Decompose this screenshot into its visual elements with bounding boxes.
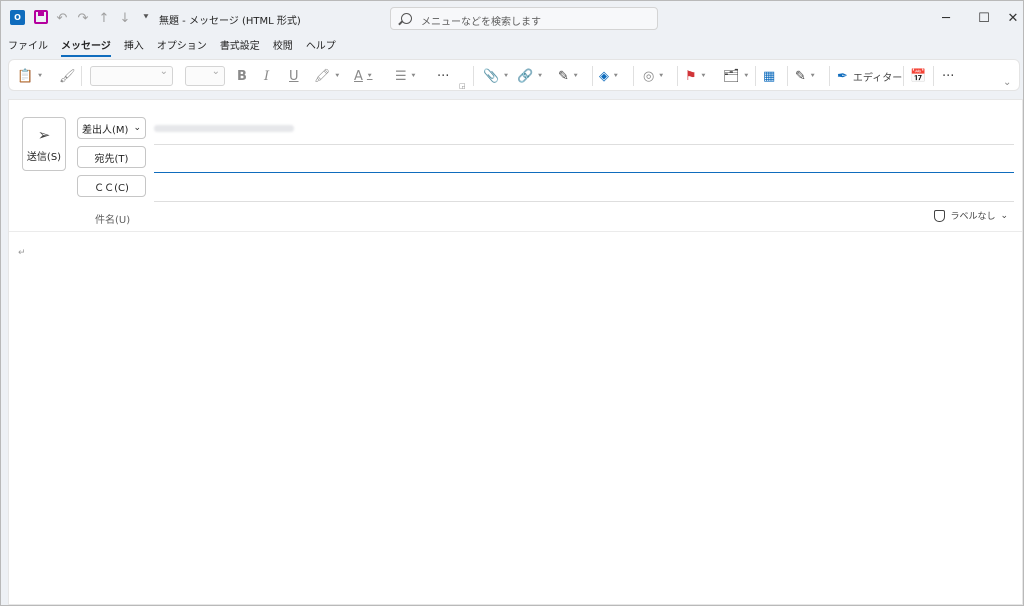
divider [633, 66, 634, 86]
bold-icon[interactable]: B [237, 66, 247, 86]
templates-icon[interactable]: ✎ ⯆ [795, 66, 816, 86]
sensitivity-label-button[interactable]: ラベルなし ⌄ [934, 209, 1008, 222]
schedule-send-icon[interactable]: 📅 [910, 66, 926, 86]
search-box[interactable]: メニューなどを検索します [390, 7, 658, 30]
redo-icon[interactable]: ↷ [75, 10, 91, 26]
editor-label: エディター [852, 72, 903, 84]
tab-options[interactable]: オプション [157, 38, 207, 56]
to-button[interactable]: 宛先(T) [77, 146, 146, 168]
ribbon-toolbar: 📋⯆ 🖌 B I U 🖍⯆ A⯆ ☰⯆ ··· ◲ 📎⯆ 🔗⯆ ✎⯆ ◈⯆ ◎⯆… [8, 59, 1020, 91]
tab-help[interactable]: ヘルプ [306, 38, 336, 56]
link-icon[interactable]: 🔗 ⯆ [517, 66, 543, 86]
tags-icon[interactable]: 🗂 ⯆ [723, 66, 749, 86]
sensitivity-label: ラベルなし [950, 212, 996, 222]
to-field[interactable] [154, 172, 1014, 173]
search-icon [401, 13, 412, 24]
customize-quick-access-icon[interactable]: ⯆ [138, 10, 154, 26]
divider [829, 66, 830, 86]
divider [903, 66, 904, 86]
outlook-app-icon[interactable]: O [10, 10, 25, 25]
divider [592, 66, 593, 86]
compose-pane: ➢ 送信(S) 差出人(M) ⌄ 宛先(T) ＣＣ(C) 件名(U) ラベルなし… [8, 99, 1023, 605]
paragraph-mark-icon: ↵ [18, 248, 26, 258]
copilot-icon[interactable]: ◈ ⯆ [599, 66, 619, 86]
send-button[interactable]: ➢ 送信(S) [22, 117, 66, 171]
tab-format-text[interactable]: 書式設定 [220, 38, 260, 56]
more-formatting-icon[interactable]: ··· [437, 66, 449, 86]
previous-item-icon[interactable]: ↑ [96, 10, 112, 26]
from-address-blurred [154, 125, 294, 132]
from-label: 差出人(M) [82, 124, 129, 136]
menu-bar: ファイル メッセージ 挿入 オプション 書式設定 校閲 ヘルプ [1, 38, 342, 57]
highlight-icon[interactable]: 🖍 ⯆ [314, 66, 340, 86]
flag-icon[interactable]: ⚑ ⯆ [685, 66, 706, 86]
underline-icon[interactable]: U [289, 66, 299, 86]
minimize-button[interactable]: ─ [929, 7, 963, 29]
from-button[interactable]: 差出人(M) ⌄ [77, 117, 146, 139]
attach-file-icon[interactable]: 📎 ⯆ [483, 66, 509, 86]
cc-button[interactable]: ＣＣ(C) [77, 175, 146, 197]
divider [787, 66, 788, 86]
divider [933, 66, 934, 86]
next-item-icon[interactable]: ↓ [117, 10, 133, 26]
undo-icon[interactable]: ↶ [54, 10, 70, 26]
editor-button[interactable]: ✒ エディター [837, 66, 902, 86]
tab-review[interactable]: 校閲 [273, 38, 293, 56]
signature-icon[interactable]: ✎ ⯆ [558, 66, 579, 86]
divider [755, 66, 756, 86]
tab-message[interactable]: メッセージ [61, 38, 111, 57]
divider [473, 66, 474, 86]
outlook-compose-window: O ↶ ↷ ↑ ↓ ⯆ 無題 - メッセージ (HTML 形式) メニューなどを… [0, 0, 1024, 606]
editor-icon: ✒ [837, 68, 848, 84]
send-icon: ➢ [37, 125, 51, 144]
chevron-down-icon: ⌄ [1000, 210, 1008, 221]
italic-icon[interactable]: I [264, 66, 269, 86]
bullets-icon[interactable]: ☰ ⯆ [395, 66, 416, 86]
format-painter-icon[interactable]: 🖌 [59, 66, 76, 86]
dialog-launcher-icon[interactable]: ◲ [459, 76, 466, 96]
tab-insert[interactable]: 挿入 [124, 38, 144, 56]
to-label: 宛先(T) [94, 153, 129, 165]
title-bar: O ↶ ↷ ↑ ↓ ⯆ 無題 - メッセージ (HTML 形式) メニューなどを… [1, 1, 1023, 35]
font-color-icon[interactable]: A ⯆ [354, 66, 373, 86]
chevron-down-icon: ⌄ [133, 123, 141, 133]
save-icon[interactable] [34, 10, 48, 24]
font-name-combo[interactable] [90, 66, 173, 86]
cc-label: ＣＣ(C) [94, 182, 129, 194]
close-button[interactable]: ✕ [1003, 7, 1023, 29]
font-size-combo[interactable] [185, 66, 225, 86]
search-placeholder: メニューなどを検索します [421, 17, 541, 28]
apps-icon[interactable]: ▦ [763, 66, 775, 86]
cc-field[interactable] [154, 201, 1014, 202]
tab-file[interactable]: ファイル [8, 38, 48, 56]
subject-label: 件名(U) [95, 215, 131, 226]
divider [677, 66, 678, 86]
chevron-down-icon[interactable]: ⌄ [1003, 72, 1011, 92]
paste-icon[interactable]: 📋 ⯆ [17, 66, 43, 86]
from-divider [154, 144, 1014, 145]
shield-icon [934, 209, 946, 222]
subject-divider [9, 231, 1022, 232]
send-label: 送信(S) [26, 151, 62, 163]
dictate-icon[interactable]: ◎ ⯆ [643, 66, 664, 86]
divider [81, 66, 82, 86]
maximize-button[interactable]: ☐ [967, 7, 1001, 29]
window-title: 無題 - メッセージ (HTML 形式) [159, 16, 301, 27]
more-options-icon[interactable]: ··· [942, 66, 954, 86]
